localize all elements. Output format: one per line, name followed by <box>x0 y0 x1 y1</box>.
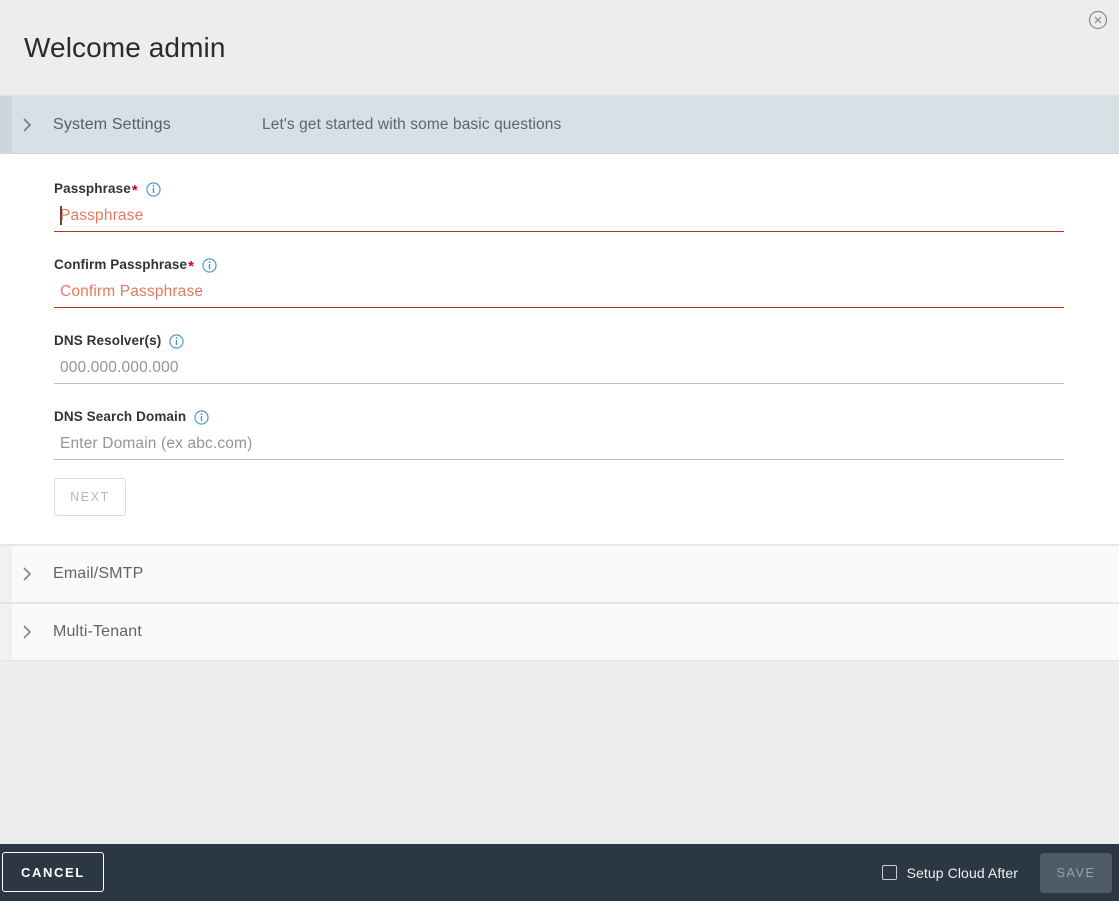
required-asterisk: * <box>188 258 195 275</box>
chevron-right-icon[interactable] <box>12 566 42 582</box>
settings-accordion: System Settings Let's get started with s… <box>0 96 1119 661</box>
field-passphrase: Passphrase * <box>54 180 1064 232</box>
info-circle-icon[interactable] <box>194 409 209 425</box>
info-circle-icon[interactable] <box>202 257 217 273</box>
checkbox-label: Setup Cloud After <box>906 864 1018 881</box>
section-header-system-settings[interactable]: System Settings Let's get started with s… <box>0 96 1119 154</box>
field-dns-search-domain: DNS Search Domain <box>54 408 1064 460</box>
welcome-admin-dialog: Welcome admin System Settings Let's get <box>0 0 1119 901</box>
text-caret <box>60 206 62 225</box>
section-rail <box>0 604 12 660</box>
label-text: Passphrase <box>54 181 131 196</box>
section-title: System Settings <box>53 115 171 133</box>
next-button[interactable]: NEXT <box>54 478 126 516</box>
close-circle-icon[interactable] <box>1087 9 1109 31</box>
field-label-dns-search-domain: DNS Search Domain <box>54 408 1064 426</box>
chevron-right-icon[interactable] <box>12 624 42 640</box>
cancel-button[interactable]: CANCEL <box>2 852 104 892</box>
passphrase-input[interactable] <box>54 205 1064 232</box>
section-title: Email/SMTP <box>53 565 144 582</box>
section-multi-tenant: Multi-Tenant <box>0 603 1119 661</box>
info-circle-icon[interactable] <box>146 181 161 197</box>
field-dns-resolvers: DNS Resolver(s) <box>54 332 1064 384</box>
dns-search-domain-input[interactable] <box>54 433 1064 460</box>
footer-actions: Setup Cloud After SAVE <box>881 844 1119 901</box>
label-text: DNS Search Domain <box>54 409 187 424</box>
section-description: Let's get started with some basic questi… <box>262 115 562 133</box>
label-text: DNS Resolver(s) <box>54 333 162 348</box>
save-button[interactable]: SAVE <box>1040 852 1112 893</box>
section-email-smtp: Email/SMTP <box>0 545 1119 603</box>
body-rail <box>0 154 12 544</box>
label-text: Confirm Passphrase <box>54 257 188 272</box>
section-rail <box>0 546 12 602</box>
page-title: Welcome admin <box>24 32 226 63</box>
section-rail <box>0 96 12 153</box>
chevron-right-icon[interactable] <box>12 117 42 133</box>
dialog-header: Welcome admin <box>0 0 1119 96</box>
dns-resolvers-input[interactable] <box>54 357 1064 384</box>
section-header-multi-tenant[interactable]: Multi-Tenant <box>0 603 1119 661</box>
section-header-email-smtp[interactable]: Email/SMTP <box>0 545 1119 603</box>
checkbox-box-icon[interactable] <box>881 865 897 880</box>
section-title: Multi-Tenant <box>53 623 142 640</box>
setup-cloud-after-checkbox[interactable]: Setup Cloud After <box>881 864 1018 881</box>
field-label-dns-resolvers: DNS Resolver(s) <box>54 332 1064 350</box>
field-label-confirm-passphrase: Confirm Passphrase * <box>54 256 1064 274</box>
confirm-passphrase-input[interactable] <box>54 281 1064 308</box>
section-system-settings: System Settings Let's get started with s… <box>0 96 1119 545</box>
field-confirm-passphrase: Confirm Passphrase * <box>54 256 1064 308</box>
dialog-footer: CANCEL Setup Cloud After SAVE <box>0 844 1119 901</box>
info-circle-icon[interactable] <box>169 333 184 349</box>
required-asterisk: * <box>131 182 138 199</box>
field-label-passphrase: Passphrase * <box>54 180 1064 198</box>
section-body-system-settings: Passphrase * Passphrase Confirm Passphra… <box>0 154 1119 545</box>
